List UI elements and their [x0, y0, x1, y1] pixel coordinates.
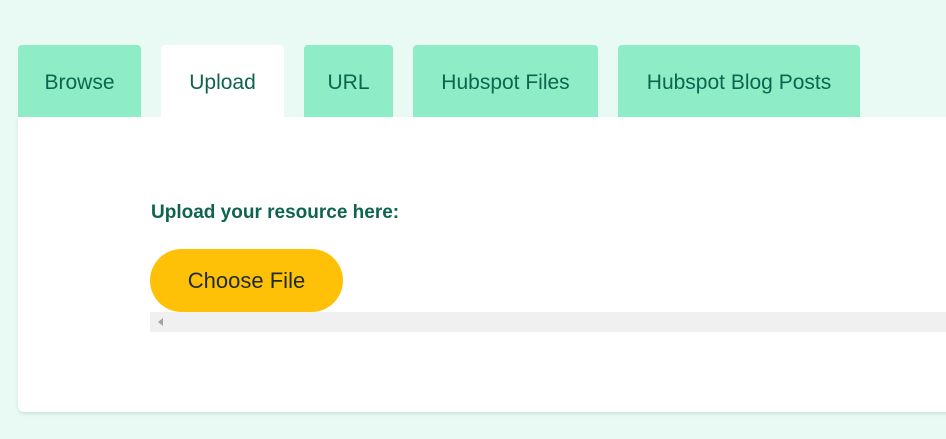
tab-browse[interactable]: Browse — [18, 45, 141, 117]
horizontal-scrollbar[interactable] — [150, 312, 946, 332]
resource-picker-page: Browse Upload URL Hubspot Files Hubspot … — [0, 0, 946, 439]
tab-hubspot-files[interactable]: Hubspot Files — [413, 45, 598, 117]
choose-file-button[interactable]: Choose File — [150, 249, 343, 312]
tab-hubspot-blog-posts[interactable]: Hubspot Blog Posts — [618, 45, 860, 117]
upload-panel: Upload your resource here: Choose File — [18, 117, 946, 412]
upload-label: Upload your resource here: — [151, 202, 400, 223]
tab-url[interactable]: URL — [304, 45, 393, 117]
tab-upload[interactable]: Upload — [161, 45, 284, 121]
scroll-left-arrow-icon[interactable] — [158, 318, 163, 326]
